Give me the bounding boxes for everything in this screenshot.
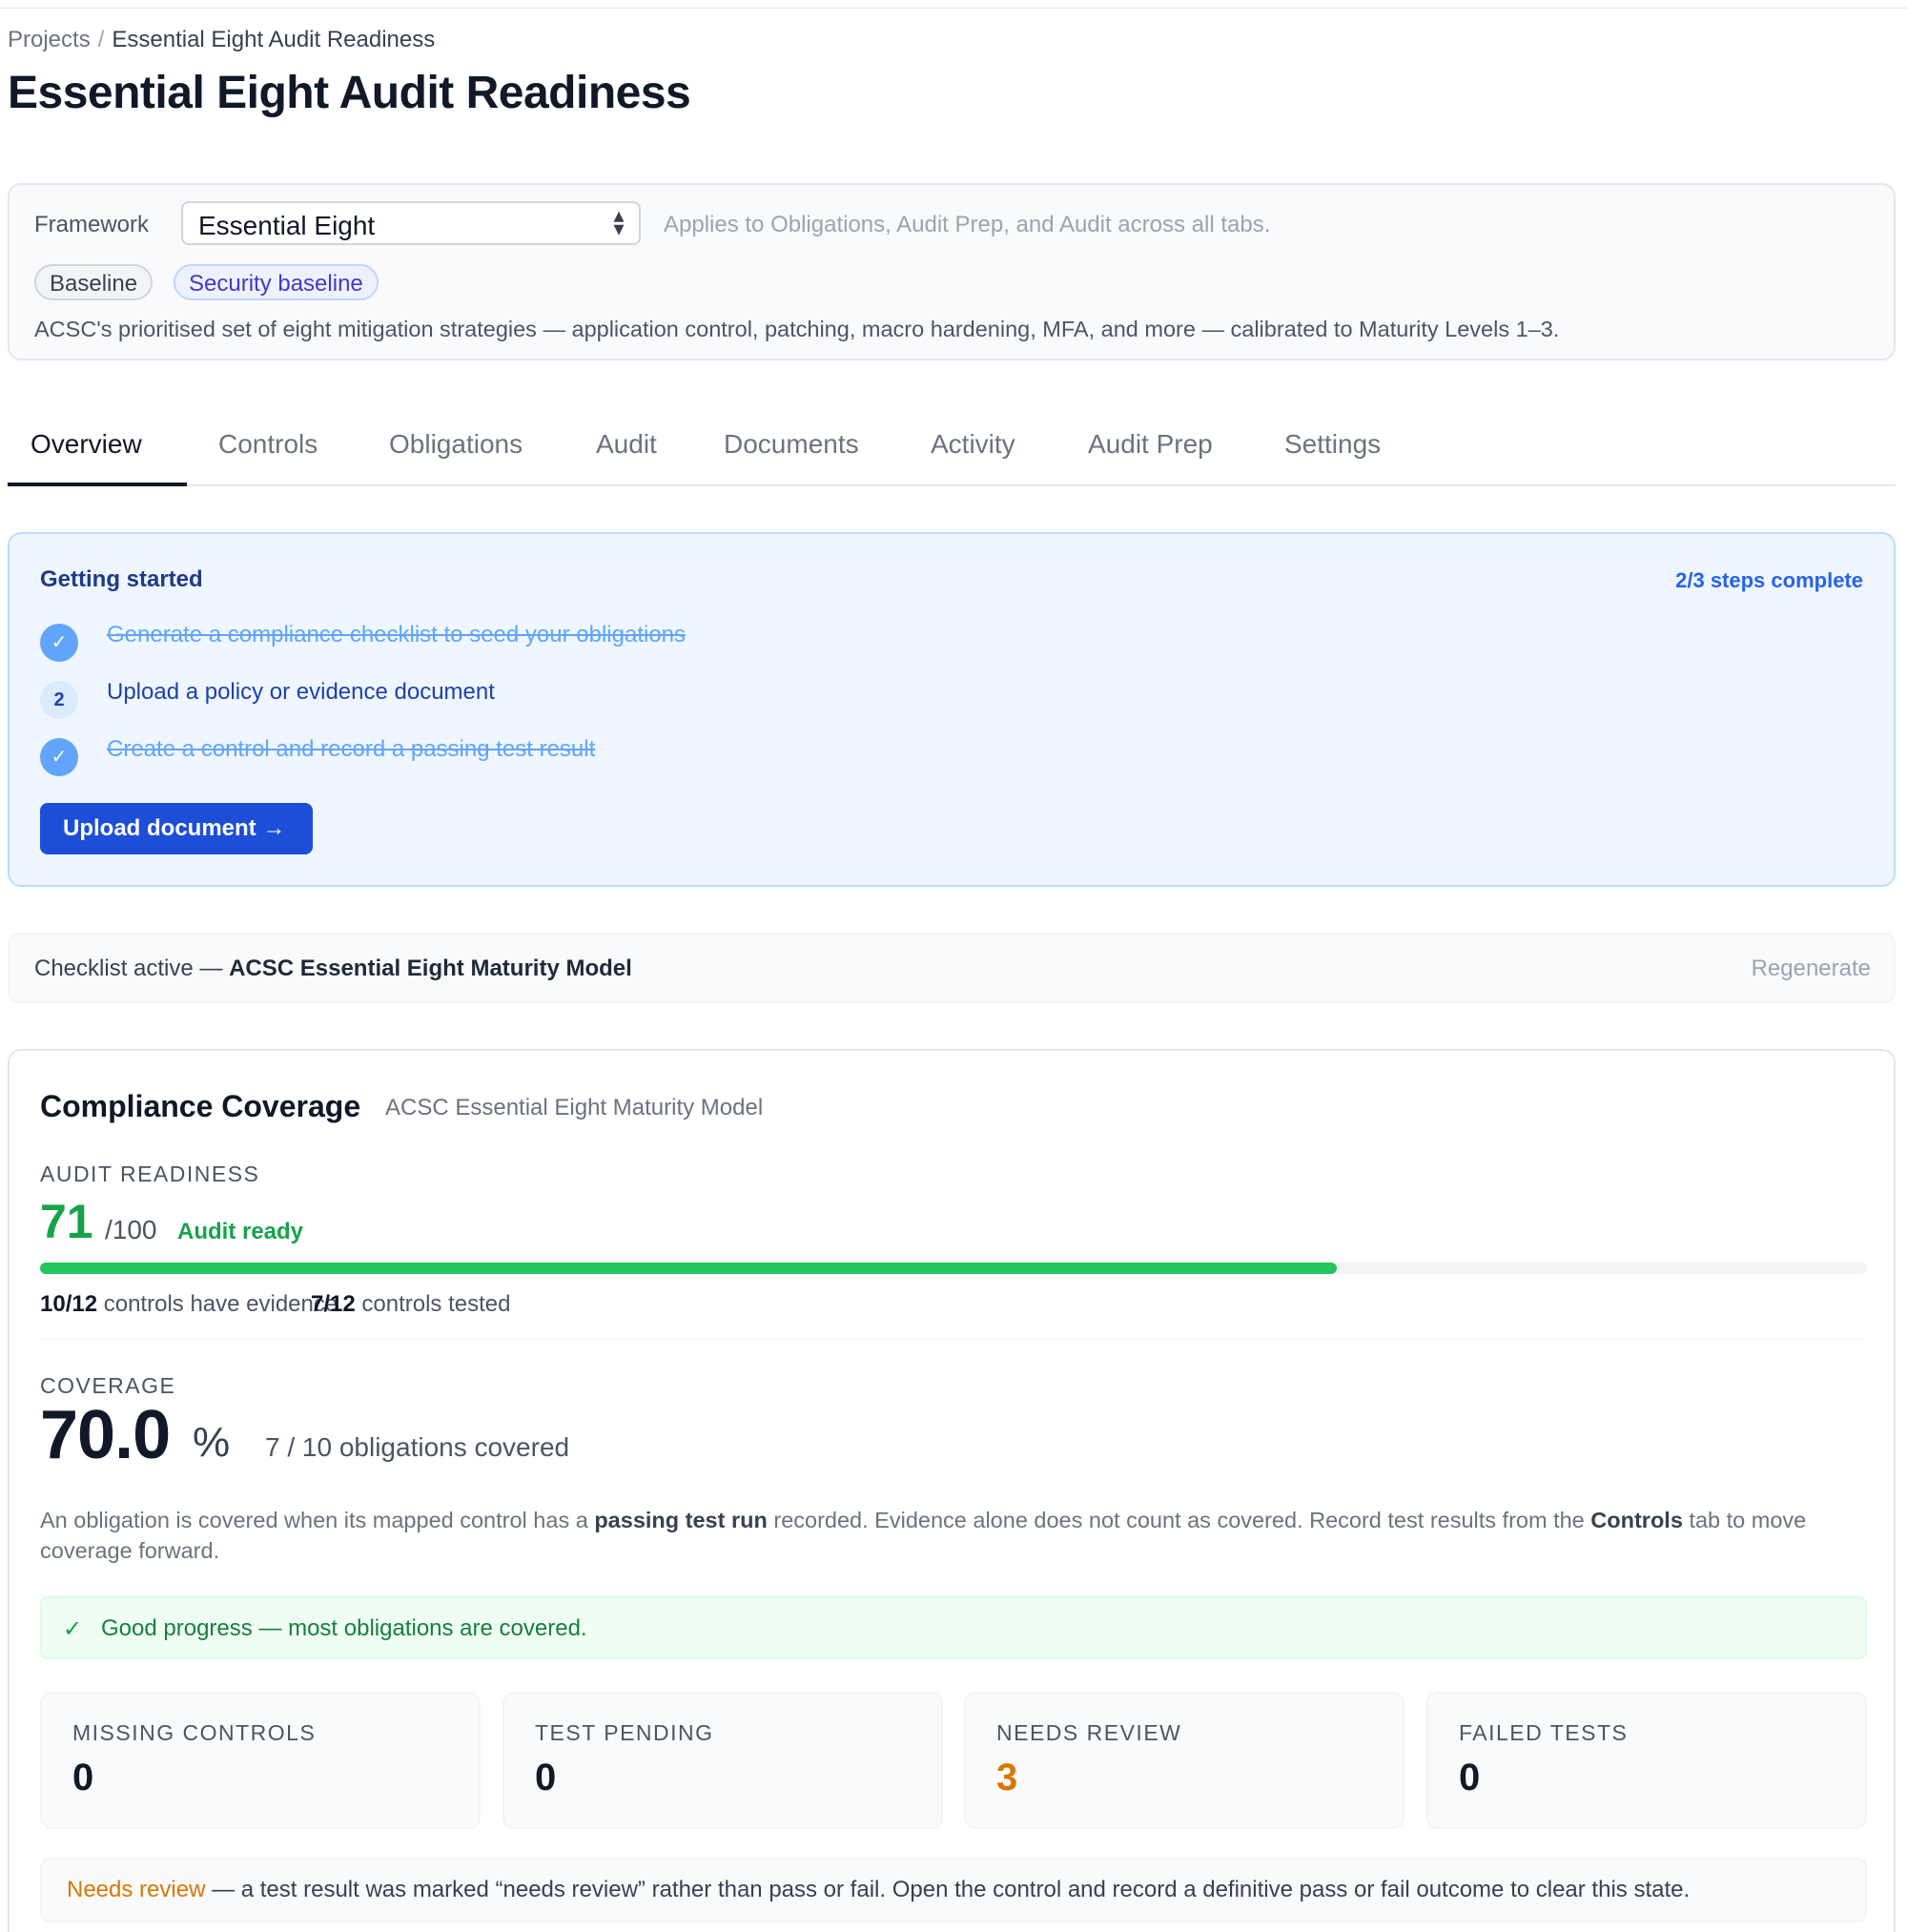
getting-started-card: Getting started 2/3 steps complete ✓ Gen… (8, 532, 1896, 887)
tab-obligations[interactable]: Obligations (389, 429, 523, 460)
tested-stat: 7/12 controls tested (311, 1291, 510, 1318)
steps-progress: 2/3 steps complete (1675, 568, 1863, 592)
upload-document-button[interactable]: Upload document → (40, 803, 313, 854)
framework-help-text: Applies to Obligations, Audit Prep, and … (664, 212, 1271, 237)
checklist-status-text: Checklist active — ACSC Essential Eight … (34, 956, 632, 982)
check-circle-icon: ✓ (40, 738, 78, 776)
page-title: Essential Eight Audit Readiness (8, 68, 691, 118)
metric-label: NEEDS REVIEW (996, 1720, 1182, 1745)
compliance-coverage-card: Compliance Coverage ACSC Essential Eight… (8, 1049, 1896, 1932)
needs-review-note: Needs review — a test result was marked … (40, 1858, 1867, 1922)
tab-controls[interactable]: Controls (218, 429, 318, 460)
check-circle-icon: ✓ (40, 624, 78, 662)
evidence-count: 10/12 (40, 1291, 98, 1317)
tab-settings[interactable]: Settings (1284, 429, 1381, 460)
progress-banner-text: Good progress — most obligations are cov… (101, 1615, 587, 1641)
metric-test-pending: TEST PENDING 0 (502, 1692, 943, 1829)
coverage-unit: % (193, 1419, 231, 1466)
step-number-badge: 2 (40, 681, 78, 719)
tested-count: 7/12 (311, 1291, 356, 1317)
breadcrumb-current: Essential Eight Audit Readiness (112, 27, 436, 52)
needs-review-body: — a test result was marked “needs review… (205, 1877, 1691, 1902)
tested-text: controls tested (361, 1291, 511, 1317)
metric-value: 0 (535, 1757, 557, 1798)
metric-needs-review: NEEDS REVIEW 3 (964, 1692, 1405, 1829)
metric-failed-tests: FAILED TESTS 0 (1426, 1692, 1867, 1829)
step-label: Create a control and record a passing te… (107, 736, 596, 762)
readiness-status: Audit ready (177, 1219, 304, 1244)
note-emphasis: Controls (1590, 1508, 1683, 1532)
top-divider (0, 8, 1907, 9)
audit-readiness-label: AUDIT READINESS (40, 1161, 260, 1186)
regenerate-button[interactable]: Regenerate (1752, 956, 1871, 982)
metric-value: 0 (72, 1757, 94, 1798)
check-icon: ✓ (63, 1616, 83, 1642)
breadcrumb-projects-link[interactable]: Projects (8, 27, 91, 52)
metric-value: 3 (996, 1757, 1018, 1798)
breadcrumb: Projects / Essential Eight Audit Readiness (8, 27, 435, 53)
framework-select[interactable]: Essential Eight ▴ ▾ (181, 201, 641, 245)
tab-overview[interactable]: Overview (31, 429, 142, 460)
step-label: Upload a policy or evidence document (107, 679, 495, 705)
tab-audit-prep[interactable]: Audit Prep (1088, 429, 1213, 460)
coverage-subtitle: ACSC Essential Eight Maturity Model (385, 1095, 764, 1120)
framework-card: Framework Essential Eight ▴ ▾ Applies to … (8, 183, 1896, 360)
progress-banner: ✓ Good progress — most obligations are c… (40, 1596, 1867, 1659)
needs-review-highlight: Needs review (67, 1877, 206, 1902)
checklist-prefix: Checklist active — (34, 956, 230, 981)
note-emphasis: passing test run (594, 1508, 768, 1532)
evidence-text: controls have evidence (103, 1291, 338, 1317)
breadcrumb-separator: / (97, 27, 105, 52)
tab-bar: Overview Controls Obligations Audit Docu… (8, 401, 1896, 486)
evidence-stat: 10/12 controls have evidence (40, 1291, 338, 1318)
getting-started-title: Getting started (40, 566, 203, 592)
readiness-progress-fill (40, 1263, 1338, 1274)
metric-missing-controls: MISSING CONTROLS 0 (40, 1692, 481, 1829)
tab-activity[interactable]: Activity (931, 429, 1015, 460)
metric-label: FAILED TESTS (1459, 1720, 1629, 1745)
checklist-status-bar: Checklist active — ACSC Essential Eight … (8, 933, 1896, 1003)
tag-baseline: Baseline (34, 264, 154, 300)
framework-description: ACSC's prioritised set of eight mitigati… (34, 317, 1560, 341)
chevron-up-down-icon: ▴ ▾ (613, 203, 625, 240)
framework-select-value: Essential Eight (198, 211, 376, 240)
checklist-name: ACSC Essential Eight Maturity Model (229, 956, 632, 981)
framework-label: Framework (34, 212, 150, 237)
readiness-progress-bar (40, 1263, 1867, 1274)
coverage-detail: 7 / 10 obligations covered (265, 1432, 570, 1462)
note-text: recorded. Evidence alone does not count … (767, 1508, 1591, 1532)
coverage-explanation: An obligation is covered when its mapped… (40, 1505, 1871, 1566)
active-tab-indicator (8, 483, 187, 486)
coverage-title: Compliance Coverage (40, 1089, 361, 1123)
readiness-max: /100 (105, 1215, 157, 1244)
section-divider (40, 1339, 1867, 1340)
readiness-score: 71 (40, 1195, 93, 1248)
tab-audit[interactable]: Audit (596, 429, 657, 460)
note-text: An obligation is covered when its mapped… (40, 1508, 595, 1532)
tab-documents[interactable]: Documents (724, 429, 859, 460)
metric-label: MISSING CONTROLS (72, 1720, 317, 1745)
metric-label: TEST PENDING (535, 1720, 714, 1745)
tag-security-baseline: Security baseline (174, 264, 379, 300)
step-label: Generate a compliance checklist to seed … (107, 622, 687, 647)
metric-value: 0 (1459, 1757, 1481, 1798)
coverage-value: 70.0 (40, 1397, 171, 1473)
needs-review-text: Needs review — a test result was marked … (67, 1877, 1690, 1903)
coverage-label: COVERAGE (40, 1373, 176, 1398)
